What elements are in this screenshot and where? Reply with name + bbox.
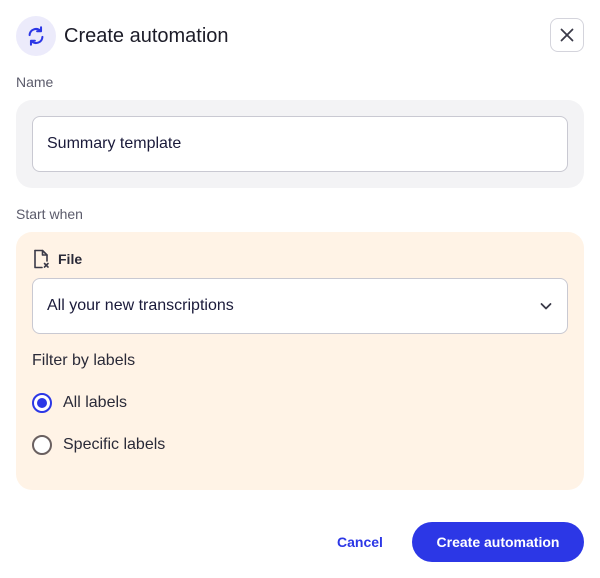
filter-by-labels-heading: Filter by labels <box>32 352 136 369</box>
close-button[interactable] <box>550 18 584 52</box>
dialog-title: Create automation <box>64 25 229 47</box>
close-icon <box>560 28 574 42</box>
trigger-source-label: File <box>58 251 83 267</box>
radio-specific-labels-label: Specific labels <box>63 436 166 453</box>
name-panel <box>16 100 584 188</box>
sync-icon <box>16 16 56 56</box>
file-icon <box>34 249 49 269</box>
name-label: Name <box>16 74 54 90</box>
dialog-header: Create automation <box>16 16 584 56</box>
name-input[interactable] <box>32 116 568 172</box>
radio-specific-labels[interactable]: Specific labels <box>32 435 165 455</box>
radio-all-labels[interactable]: All labels <box>32 393 127 413</box>
trigger-source: File <box>32 248 82 270</box>
start-when-label: Start when <box>16 206 83 222</box>
trigger-select-value: All your new transcriptions <box>47 297 234 314</box>
trigger-select[interactable]: All your new transcriptions <box>32 278 568 334</box>
radio-specific-labels-control[interactable] <box>32 435 52 455</box>
cancel-button[interactable]: Cancel <box>322 522 398 562</box>
radio-all-labels-label: All labels <box>63 394 128 411</box>
start-when-panel: File All your new transcriptions Filter … <box>16 232 584 490</box>
create-automation-button[interactable]: Create automation <box>412 522 584 562</box>
radio-all-labels-control[interactable] <box>32 393 52 413</box>
chevron-down-icon <box>540 303 552 310</box>
